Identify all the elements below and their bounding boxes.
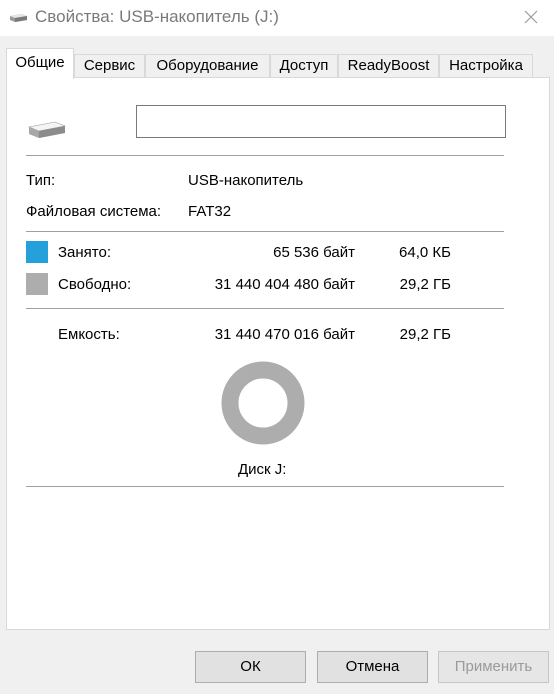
free-space-ring: [221, 361, 305, 445]
usb-drive-icon: [10, 14, 27, 22]
usb-drive-icon: [27, 121, 67, 138]
apply-button[interactable]: Применить: [438, 651, 549, 683]
tab-general[interactable]: Общие: [6, 48, 74, 79]
general-tab-panel: Тип: USB-накопитель Файловая система: FA…: [6, 77, 550, 630]
ok-button[interactable]: ОК: [195, 651, 306, 683]
close-icon: [524, 10, 538, 24]
divider: [26, 155, 504, 156]
free-size: 29,2 ГБ: [399, 276, 451, 293]
close-button[interactable]: [508, 0, 554, 34]
used-size: 64,0 КБ: [399, 244, 451, 261]
filesystem-label: Файловая система:: [26, 203, 162, 220]
disk-label: Диск J:: [238, 461, 287, 478]
free-label: Свободно:: [58, 276, 132, 293]
used-label: Занято:: [58, 244, 112, 261]
tab-readyboost[interactable]: ReadyBoost: [338, 54, 439, 78]
tab-strip: Общие Сервис Оборудование Доступ ReadyBo…: [6, 48, 554, 79]
type-label: Тип:: [26, 172, 56, 189]
free-space-swatch: [26, 273, 48, 295]
capacity-size: 29,2 ГБ: [399, 326, 451, 343]
title-bar: Свойства: USB-накопитель (J:): [0, 0, 554, 36]
used-bytes: 65 536 байт: [273, 244, 355, 261]
type-value: USB-накопитель: [188, 172, 304, 189]
cancel-button[interactable]: Отмена: [317, 651, 428, 683]
tab-customize[interactable]: Настройка: [439, 54, 533, 78]
used-space-swatch: [26, 241, 48, 263]
capacity-label: Емкость:: [58, 326, 120, 343]
tab-service[interactable]: Сервис: [74, 54, 145, 78]
capacity-bytes: 31 440 470 016 байт: [214, 326, 355, 343]
properties-dialog: Свойства: USB-накопитель (J:) Общие Серв…: [0, 0, 554, 694]
free-bytes: 31 440 404 480 байт: [214, 276, 355, 293]
tab-sharing[interactable]: Доступ: [270, 54, 338, 78]
divider: [26, 231, 504, 232]
divider: [26, 308, 504, 309]
drive-name-input[interactable]: [136, 105, 506, 138]
tab-hardware[interactable]: Оборудование: [145, 54, 270, 78]
window-title: Свойства: USB-накопитель (J:): [35, 7, 279, 26]
filesystem-value: FAT32: [188, 203, 232, 220]
disk-usage-donut: [221, 361, 305, 445]
divider: [26, 486, 504, 487]
